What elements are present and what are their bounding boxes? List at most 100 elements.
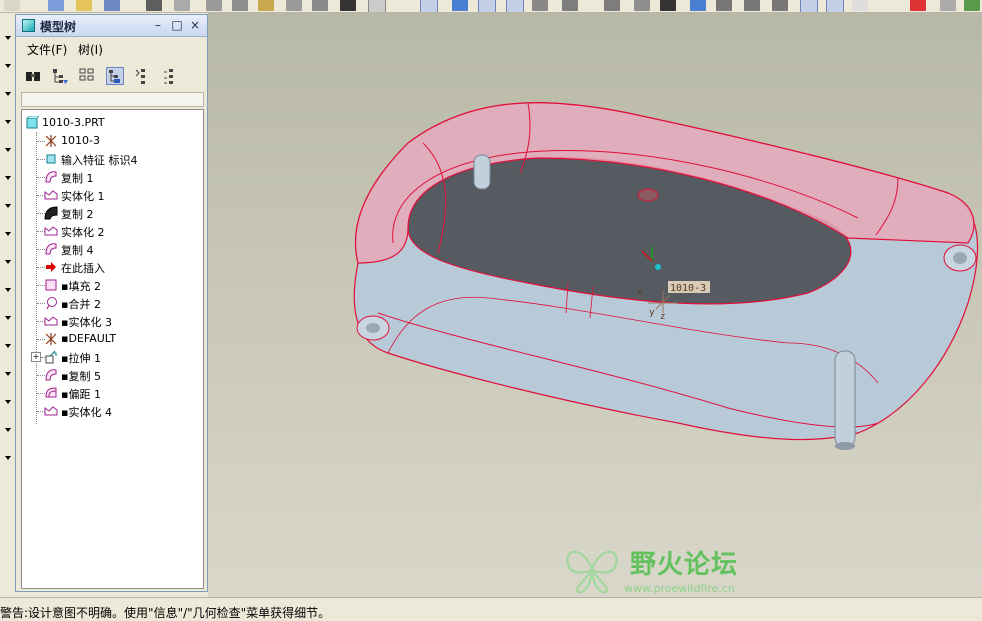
shade-mode-icon[interactable] [826,0,844,12]
find-icon[interactable] [340,0,356,11]
shading-icon[interactable] [800,0,818,12]
undo-icon[interactable] [146,0,162,11]
tree-item-insert-here[interactable]: 在此插入 [22,258,202,276]
print-icon[interactable] [104,0,120,11]
redo-icon[interactable] [174,0,190,11]
tree-item[interactable]: ▪实体化 3 [22,312,202,330]
tree-item-label: 复制 1 [61,172,94,185]
select-box-icon[interactable] [368,0,386,12]
menu-file[interactable]: 文件(F) [27,41,67,58]
tree-item[interactable]: ▪偏距 1 [22,384,202,402]
tree-item[interactable]: 复制 2 [22,204,202,222]
tree-item-label: ▪拉伸 1 [61,352,101,365]
no-hidden-icon[interactable] [772,0,788,11]
copy-toolbar-icon[interactable] [232,0,248,11]
open-icon[interactable] [76,0,92,11]
csys-origin-dot [655,264,661,270]
paste-special-icon[interactable] [286,0,302,11]
annotation-icon[interactable] [562,0,578,11]
datum-axis-icon[interactable] [452,0,468,11]
view-manager-icon[interactable] [604,0,620,11]
strip-arrow-icon[interactable] [5,36,11,40]
tree-item-label: 实体化 1 [61,190,105,203]
tree-item[interactable]: 1010-3 [22,132,202,150]
strip-arrow-icon[interactable] [5,176,11,180]
tree-item-root[interactable]: 1010-3.PRT [22,114,202,132]
strip-arrow-icon[interactable] [5,344,11,348]
axis-label-y: y [649,308,655,318]
tree-item[interactable]: ▪DEFAULT [22,330,202,348]
import-feature-icon [44,152,58,166]
repaint-icon[interactable] [690,0,706,11]
hole-center [637,188,659,202]
tree-item-label: ▪实体化 3 [61,316,112,329]
expand-toggle[interactable]: + [31,352,41,362]
tree-item[interactable]: 实体化 1 [22,186,202,204]
strip-arrow-icon[interactable] [5,232,11,236]
model-tree-titlebar[interactable]: 模型树 – □ × [16,15,207,37]
forum-watermark: 野火论坛 www.proewildfire.cn [560,538,774,598]
tree-item[interactable]: ▪复制 5 [22,366,202,384]
tree-filter-icon[interactable] [51,67,69,85]
collapse-tree-icon[interactable] [161,67,179,85]
strip-arrow-icon[interactable] [5,120,11,124]
check-icon[interactable] [964,0,980,11]
tree-item[interactable]: 输入特征 标识4 [22,150,202,168]
save-icon[interactable] [48,0,64,11]
tree-item[interactable]: ▪填充 2 [22,276,202,294]
tree-item[interactable]: 实体化 2 [22,222,202,240]
strip-arrow-icon[interactable] [5,204,11,208]
wireframe-icon[interactable] [716,0,732,11]
minimize-button[interactable]: – [152,18,164,32]
axis-label-x: x [637,288,643,298]
part-icon [25,115,40,130]
tree-columns-icon[interactable] [78,67,96,85]
zoom-icon[interactable] [660,0,676,11]
pin-tip [835,442,855,450]
tree-item[interactable]: ▪实体化 4 [22,402,202,420]
pin-top [473,154,491,190]
model-tree-panel: 模型树 – □ × 文件(F) 树(I) 1010-3.PRT 1010-3 输… [15,14,208,592]
hidden-line-icon[interactable] [744,0,760,11]
window-icon[interactable] [940,0,956,11]
paste-icon[interactable] [258,0,274,11]
csys-display-icon[interactable] [506,0,524,12]
strip-arrow-icon[interactable] [5,428,11,432]
strip-arrow-icon[interactable] [5,92,11,96]
expand-tree-icon[interactable] [133,67,151,85]
tolerance-icon[interactable] [852,0,868,11]
strip-arrow-icon[interactable] [5,456,11,460]
tree-item[interactable]: 复制 4 [22,240,202,258]
binoculars-icon[interactable] [24,67,42,85]
strip-arrow-icon[interactable] [5,400,11,404]
strip-arrow-icon[interactable] [5,64,11,68]
strip-arrow-icon[interactable] [5,288,11,292]
close-window-icon[interactable] [910,0,926,11]
restore-button[interactable]: □ [171,18,183,32]
copy-icon [44,242,58,256]
close-button[interactable]: × [189,18,201,32]
menu-tree[interactable]: 树(I) [78,41,103,58]
saved-views-icon[interactable] [634,0,650,11]
tree-item-label: ▪偏距 1 [61,388,101,401]
insert-here-arrow-icon [44,260,58,274]
cut-icon[interactable] [206,0,222,11]
strip-arrow-icon[interactable] [5,260,11,264]
show-tree-icon[interactable] [106,67,124,85]
strip-arrow-icon[interactable] [5,372,11,376]
graphics-viewport[interactable]: 1010-3 x y z [208,13,982,597]
tree-item[interactable]: ▪合并 2 [22,294,202,312]
spin-center-icon[interactable] [532,0,548,11]
new-icon[interactable] [4,0,20,11]
tree-filter-field[interactable] [21,92,204,107]
solidify-icon [44,224,58,238]
strip-arrow-icon[interactable] [5,148,11,152]
tree-item[interactable]: + ▪拉伸 1 [22,348,202,366]
datum-plane-icon[interactable] [420,0,438,12]
datum-point-icon[interactable] [478,0,496,12]
boss-hole [366,323,380,333]
strip-arrow-icon[interactable] [5,316,11,320]
tree-item[interactable]: 复制 1 [22,168,202,186]
regenerate-icon[interactable] [312,0,328,11]
status-bar: 警告:设计意图不明确。使用"信息"/"几何检查"菜单获得细节。 [0,597,982,621]
